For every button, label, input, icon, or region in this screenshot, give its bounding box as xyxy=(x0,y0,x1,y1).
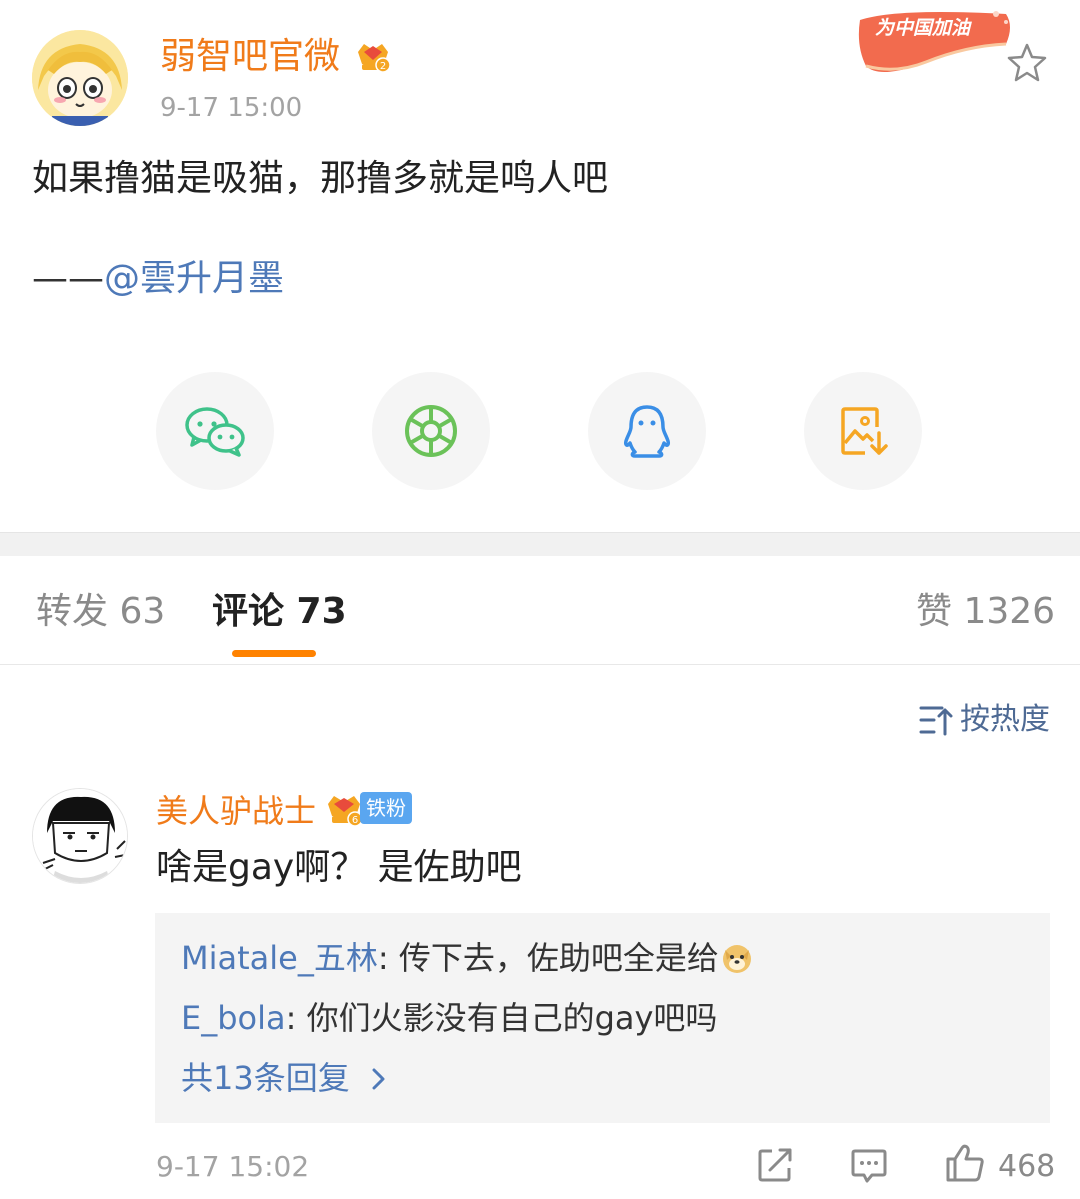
reply-separator: : xyxy=(377,939,399,977)
tab-comments[interactable]: 评论 73 xyxy=(212,588,347,636)
svg-text:6: 6 xyxy=(352,815,358,826)
vip-crown-icon: 2 xyxy=(358,44,391,73)
weibo-post-page: 弱智吧官微 2 9-17 15:00 为中国加油 如果撸猫是吸猫，那撸多就是鸣人… xyxy=(0,0,1080,1199)
like-count: 468 xyxy=(998,1149,1056,1184)
commenter-avatar[interactable] xyxy=(32,788,128,884)
comment-text: 啥是gay啊？ 是佐助吧 xyxy=(156,847,522,888)
share-wechat-button[interactable] xyxy=(156,372,274,490)
author-name[interactable]: 弱智吧官微 xyxy=(160,34,340,80)
moments-icon xyxy=(405,405,457,457)
reply-user[interactable]: Miatale_五林 xyxy=(181,939,378,977)
reply-text: 你们火影没有自己的gay吧吗 xyxy=(306,999,718,1037)
replies-box[interactable]: Miatale_五林: 传下去，佐助吧全是给 E_bola: 你们火影没有自己的… xyxy=(155,913,1050,1123)
post-signature: ——@雲升月墨 xyxy=(32,256,284,302)
tab-likes[interactable]: 赞 1326 xyxy=(916,588,1055,636)
repost-icon[interactable] xyxy=(756,1146,794,1184)
favorite-star-icon[interactable] xyxy=(1006,42,1048,82)
fan-badge: 铁粉 xyxy=(360,792,412,824)
signature-dash: —— xyxy=(32,258,104,299)
comment-icon[interactable] xyxy=(850,1146,888,1184)
chevron-right-icon xyxy=(372,1068,385,1090)
reply-user[interactable]: E_bola xyxy=(181,999,286,1037)
post-time: 9-17 15:00 xyxy=(160,93,303,123)
author-avatar[interactable] xyxy=(32,30,128,126)
reply-item[interactable]: Miatale_五林: 传下去，佐助吧全是给 xyxy=(181,937,753,979)
save-image-button[interactable] xyxy=(804,372,922,490)
reply-text: 传下去，佐助吧全是给 xyxy=(398,939,719,977)
view-all-replies-link[interactable]: 共13条回复 xyxy=(181,1057,390,1099)
sort-icon[interactable] xyxy=(918,703,954,737)
mention-link[interactable]: @雲升月墨 xyxy=(104,258,284,299)
post-text: 如果撸猫是吸猫，那撸多就是鸣人吧 xyxy=(32,158,609,199)
sort-by-hot-button[interactable]: 按热度 xyxy=(960,700,1050,740)
active-tab-indicator xyxy=(232,650,316,657)
share-moments-button[interactable] xyxy=(372,372,490,490)
more-replies-label: 共13条回复 xyxy=(181,1059,350,1097)
reply-item[interactable]: E_bola: 你们火影没有自己的gay吧吗 xyxy=(181,997,717,1039)
tabs-divider xyxy=(0,664,1080,665)
doge-emoji-icon xyxy=(722,945,751,973)
reply-separator: : xyxy=(285,999,307,1037)
svg-text:2: 2 xyxy=(380,61,386,72)
qq-icon xyxy=(624,405,670,458)
comment-time: 9-17 15:02 xyxy=(156,1150,310,1183)
tab-repost[interactable]: 转发 63 xyxy=(36,588,165,636)
vip-crown-icon: 6 xyxy=(328,796,363,827)
save-image-icon xyxy=(841,407,888,455)
like-thumb-icon[interactable] xyxy=(944,1142,986,1184)
campaign-badge-text: 为中国加油 xyxy=(875,17,971,39)
share-qq-button[interactable] xyxy=(588,372,706,490)
wechat-icon xyxy=(185,407,245,457)
commenter-name[interactable]: 美人驴战士 xyxy=(156,790,316,832)
section-separator xyxy=(0,532,1080,556)
